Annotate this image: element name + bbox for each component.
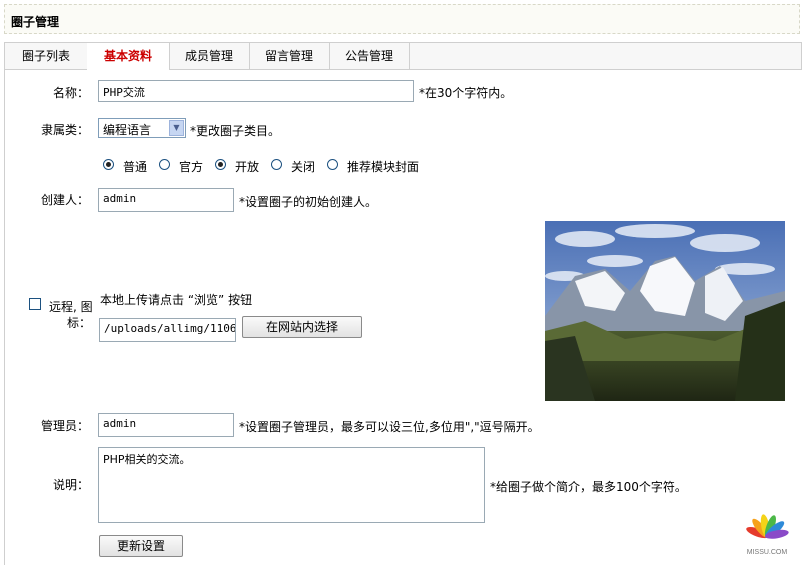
radio-recommend-cover[interactable] (327, 159, 338, 170)
radio-recommend-cover-label: 推荐模块封面 (347, 160, 420, 174)
tab-basic-info[interactable]: 基本资料 (87, 43, 170, 70)
update-settings-button[interactable]: 更新设置 (99, 535, 183, 557)
admin-hint: *设置圈子管理员，最多可以设三位,多位用","逗号隔开。 (239, 420, 540, 434)
remote-icon-checkbox[interactable] (29, 298, 41, 310)
creator-input[interactable]: admin (98, 188, 234, 212)
description-label: 说明： (52, 478, 89, 492)
radio-normal[interactable] (103, 159, 114, 170)
tab-bar: 圈子列表 基本资料 成员管理 留言管理 公告管理 (4, 42, 802, 70)
remote-icon-label: 远程, 图 (49, 300, 93, 314)
category-hint: *更改圈子类目。 (190, 124, 281, 138)
category-selected: 编程语言 (103, 123, 152, 137)
page-header: 圈子管理 (4, 4, 800, 34)
watermark-text: MISSU.COM (747, 549, 788, 556)
watermark-logo: MISSU.COM (742, 510, 792, 556)
category-select[interactable]: 编程语言 ▼ (98, 118, 186, 138)
upload-hint: 本地上传请点击 “浏览” 按钮 (100, 293, 253, 307)
form-area: 名称： PHP交流 *在30个字符内。 隶属类： 编程语言 ▼ *更改圈子类目。… (4, 70, 801, 565)
radio-open-label: 开放 (235, 160, 260, 174)
category-label: 隶属类： (40, 123, 89, 137)
page-title: 圈子管理 (11, 15, 60, 29)
icon-path-input[interactable]: /uploads/allimg/110614 (99, 318, 236, 342)
tab-circle-list[interactable]: 圈子列表 (5, 43, 88, 69)
tab-notice-management[interactable]: 公告管理 (329, 43, 410, 69)
description-textarea[interactable]: PHP相关的交流。 (98, 447, 485, 523)
tab-member-management[interactable]: 成员管理 (169, 43, 250, 69)
name-label: 名称： (52, 86, 89, 100)
radio-closed[interactable] (271, 159, 282, 170)
radio-normal-label: 普通 (123, 160, 148, 174)
circle-icon-image (545, 221, 785, 401)
description-hint: *给圈子做个简介，最多100个字符。 (490, 480, 687, 494)
admin-label: 管理员： (40, 419, 89, 433)
radio-official-label: 官方 (179, 160, 204, 174)
creator-hint: *设置圈子的初始创建人。 (239, 195, 378, 209)
radio-closed-label: 关闭 (291, 160, 316, 174)
remote-icon-label-2: 标： (67, 316, 92, 330)
chevron-down-icon: ▼ (169, 120, 184, 136)
radio-official[interactable] (159, 159, 170, 170)
admin-input[interactable]: admin (98, 413, 234, 437)
name-input[interactable]: PHP交流 (98, 80, 414, 102)
tab-message-management[interactable]: 留言管理 (249, 43, 330, 69)
select-from-site-button[interactable]: 在网站内选择 (242, 316, 362, 338)
radio-open[interactable] (215, 159, 226, 170)
creator-label: 创建人： (40, 193, 89, 207)
name-hint: *在30个字符内。 (419, 86, 513, 100)
